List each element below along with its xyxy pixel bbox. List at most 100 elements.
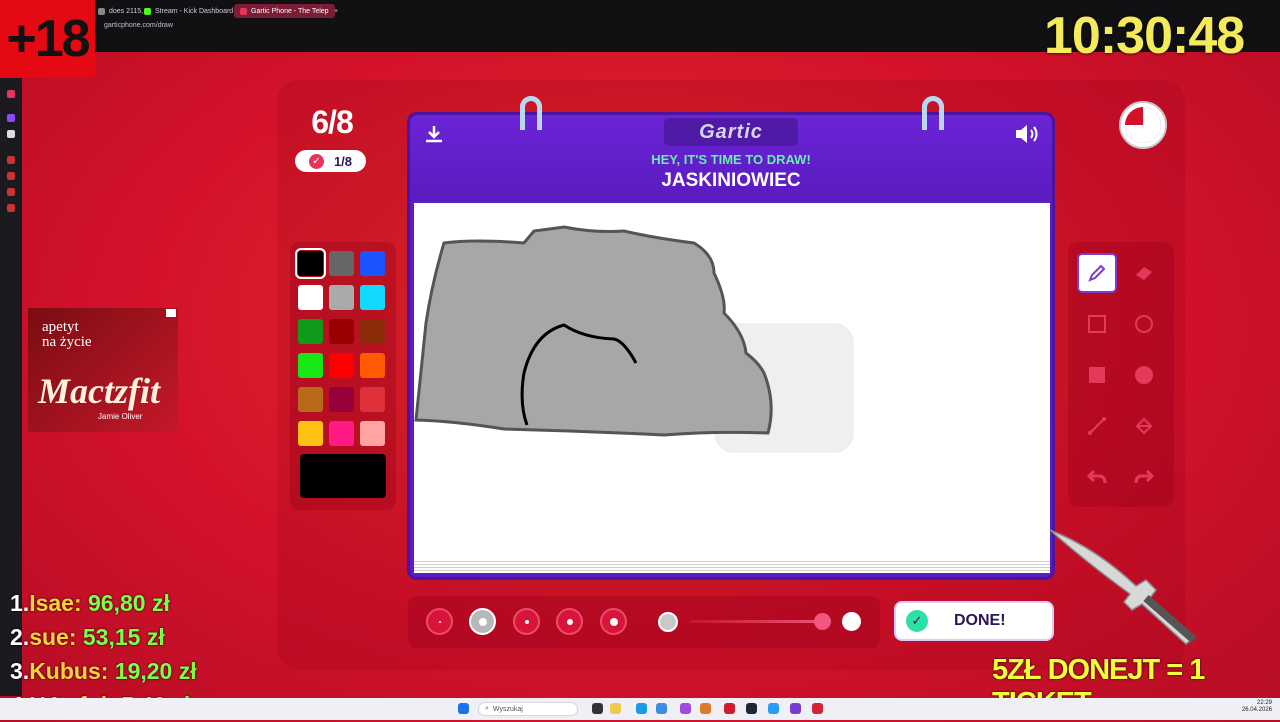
address-bar[interactable]: garticphone.com/draw bbox=[104, 22, 173, 29]
color-swatch[interactable] bbox=[329, 285, 354, 310]
app-icon[interactable] bbox=[790, 703, 801, 714]
app-icon[interactable] bbox=[812, 703, 823, 714]
tab-icon bbox=[98, 7, 105, 15]
browser-tab-kick[interactable]: Stream - Kick Dashboard bbox=[138, 4, 239, 18]
fill-bucket-tool[interactable] bbox=[1124, 406, 1164, 446]
tab-label: Stream - Kick Dashboard bbox=[155, 7, 234, 15]
cave-shape bbox=[414, 225, 773, 437]
done-button[interactable]: ✓ DONE! bbox=[894, 601, 1054, 641]
color-swatch[interactable] bbox=[298, 353, 323, 378]
opacity-max-icon bbox=[842, 612, 861, 631]
app-icon[interactable] bbox=[700, 703, 711, 714]
search-placeholder: Wyszukaj bbox=[492, 705, 523, 713]
user-drawing bbox=[414, 225, 854, 453]
sound-icon[interactable] bbox=[1012, 120, 1042, 148]
undo-button[interactable] bbox=[1077, 457, 1117, 497]
brush-size-4[interactable] bbox=[556, 608, 583, 635]
brush-size-5[interactable] bbox=[600, 608, 627, 635]
color-swatch[interactable] bbox=[329, 251, 354, 276]
tray-time: 22:29 bbox=[1256, 700, 1272, 706]
circle-filled-icon bbox=[1135, 366, 1153, 384]
knife-icon bbox=[1049, 529, 1197, 645]
ad-line2: na życie bbox=[42, 334, 92, 350]
color-swatch[interactable] bbox=[360, 421, 385, 446]
color-swatch[interactable] bbox=[329, 387, 354, 412]
task-view-icon[interactable] bbox=[592, 703, 603, 714]
x-icon[interactable] bbox=[7, 130, 15, 138]
tray-date: 26.04.2026 bbox=[1241, 707, 1272, 713]
color-swatch[interactable] bbox=[360, 319, 385, 344]
download-icon[interactable] bbox=[422, 122, 446, 146]
ad-choices-icon[interactable] bbox=[166, 309, 176, 317]
tool-panel bbox=[1068, 242, 1174, 507]
steam-icon[interactable] bbox=[746, 703, 757, 714]
edge-icon[interactable] bbox=[636, 703, 647, 714]
ad-headline: apetyt na życie bbox=[42, 320, 92, 350]
rank: 3. bbox=[10, 658, 30, 684]
app-icon[interactable] bbox=[7, 156, 15, 164]
brush-size-1[interactable] bbox=[426, 608, 453, 635]
color-swatch[interactable] bbox=[298, 387, 323, 412]
advertisement[interactable]: apetyt na życie Mactzfit Jamie Oliver bbox=[28, 308, 178, 432]
color-swatch[interactable] bbox=[329, 353, 354, 378]
circle-outline-tool[interactable] bbox=[1124, 304, 1164, 344]
browser-tab-gartic[interactable]: Gartic Phone - The Telep bbox=[234, 4, 335, 18]
pencil-tool[interactable] bbox=[1077, 253, 1117, 293]
tab-label: Gartic Phone - The Telep bbox=[251, 7, 329, 15]
opera-icon[interactable] bbox=[724, 703, 735, 714]
leaderboard-row: 1.Isae: 96,80 zł bbox=[10, 586, 197, 620]
rectangle-outline-tool[interactable] bbox=[1077, 304, 1117, 344]
draw-word: JASKINIOWIEC bbox=[661, 170, 801, 191]
twitch-icon[interactable] bbox=[7, 114, 15, 122]
app-icon[interactable] bbox=[7, 172, 15, 180]
color-swatch[interactable] bbox=[295, 248, 326, 279]
line-icon bbox=[1088, 417, 1106, 435]
taskbar-search[interactable]: ⌕ Wyszukaj bbox=[478, 702, 578, 716]
line-tool[interactable] bbox=[1077, 406, 1117, 446]
color-swatch[interactable] bbox=[360, 251, 385, 276]
age-badge: +18 bbox=[0, 0, 95, 78]
canvas-page-edges bbox=[414, 559, 1050, 573]
check-icon: ✓ bbox=[906, 610, 928, 632]
leaderboard-row: 2.sue: 53,15 zł bbox=[10, 620, 197, 654]
circle-outline-icon bbox=[1135, 315, 1153, 333]
app-icon[interactable] bbox=[7, 204, 15, 212]
app-icon[interactable] bbox=[656, 703, 667, 714]
app-icon[interactable] bbox=[768, 703, 779, 714]
donation-amount: 96,80 zł bbox=[88, 590, 170, 616]
app-icon[interactable] bbox=[7, 90, 15, 98]
windows-start-icon[interactable] bbox=[458, 703, 469, 714]
undo-icon bbox=[1086, 469, 1107, 484]
color-swatch[interactable] bbox=[360, 353, 385, 378]
brush-size-3[interactable] bbox=[513, 608, 540, 635]
done-label: DONE! bbox=[954, 612, 1006, 629]
opacity-slider[interactable] bbox=[690, 620, 815, 623]
circle-fill-tool[interactable] bbox=[1124, 355, 1164, 395]
file-explorer-icon[interactable] bbox=[610, 703, 621, 714]
drawing-canvas[interactable] bbox=[414, 203, 1050, 559]
color-swatch[interactable] bbox=[298, 319, 323, 344]
color-swatch[interactable] bbox=[329, 421, 354, 446]
opacity-slider-handle[interactable] bbox=[814, 613, 831, 630]
color-swatch[interactable] bbox=[329, 319, 354, 344]
opacity-min-icon bbox=[658, 612, 678, 632]
tray-clock[interactable]: 22:29 26.04.2026 bbox=[1222, 700, 1272, 714]
redo-button[interactable] bbox=[1124, 457, 1164, 497]
rectangle-fill-tool[interactable] bbox=[1077, 355, 1117, 395]
color-swatch[interactable] bbox=[360, 387, 385, 412]
donation-amount: 53,15 zł bbox=[82, 624, 165, 650]
color-swatch[interactable] bbox=[298, 285, 323, 310]
binder-ring bbox=[922, 96, 944, 130]
ad-line1: apetyt bbox=[42, 319, 79, 335]
donor-name: Kubus: bbox=[29, 658, 109, 684]
app-icon[interactable] bbox=[7, 188, 15, 196]
brush-size-2[interactable] bbox=[469, 608, 496, 635]
square-outline-icon bbox=[1088, 315, 1106, 333]
app-icon[interactable] bbox=[680, 703, 691, 714]
color-swatch[interactable] bbox=[360, 285, 385, 310]
eraser-tool[interactable] bbox=[1124, 253, 1164, 293]
color-swatch[interactable] bbox=[298, 421, 323, 446]
check-icon: ✓ bbox=[308, 153, 324, 169]
ad-author: Jamie Oliver bbox=[98, 412, 143, 421]
new-tab-button[interactable]: + bbox=[328, 4, 344, 18]
